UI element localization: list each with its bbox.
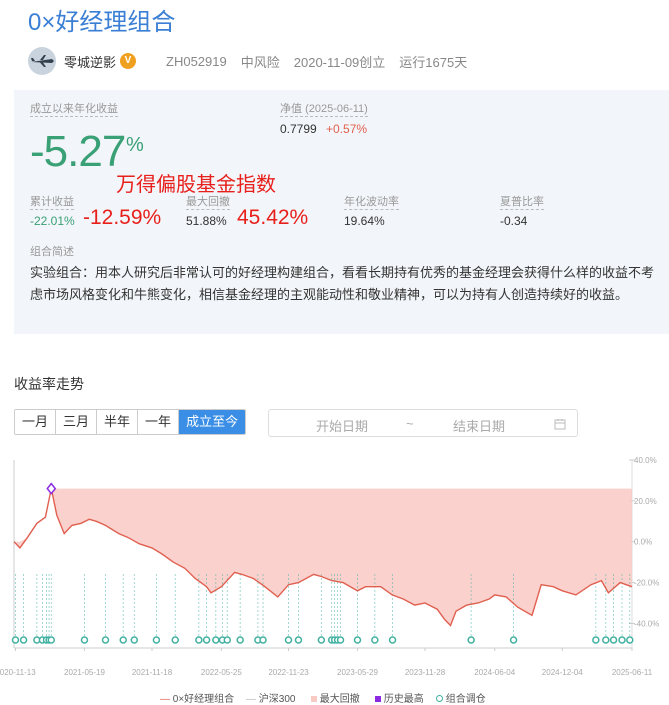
nav-change: +0.57% (326, 122, 368, 136)
chart-legend: — 0×好经理组合 — 沪深300 最大回撤 历史最高 组合调仓 (0, 688, 669, 705)
y-tick-label: 20.0% (634, 497, 657, 506)
rebalance-marker[interactable] (101, 636, 110, 644)
x-tick-label: 2021-11-18 (132, 668, 173, 677)
return-chart[interactable]: 40.0% 20.0% 0.0% -20.0% -40.0% 2020-11-13 2021… (0, 450, 669, 686)
rebalance-marker[interactable] (609, 636, 618, 644)
description-text: 实验组合：用本人研究后非常认可的好经理构建组合，看看长期持有优秀的基金经理会获得… (30, 265, 655, 302)
max-drawdown-area (14, 488, 632, 626)
rebalance-marker[interactable] (202, 636, 211, 644)
rebalance-marker[interactable] (294, 636, 303, 644)
owner-row: 零城逆影 V ZH052919 中风险 2020-11-09创立 运行1675天 (28, 47, 467, 75)
nav-value: 0.7799 (280, 122, 317, 136)
x-tick-label: 2023-05-29 (337, 668, 378, 677)
volatility-value: 19.64% (344, 214, 385, 228)
rebalance-marker[interactable] (119, 636, 127, 644)
x-tick-label: 2024-06-04 (474, 668, 515, 677)
rebalance-marker[interactable] (47, 636, 56, 644)
legend-item-rebalance[interactable]: 组合调仓 (436, 690, 486, 705)
y-tick-label: -40.0% (634, 619, 659, 628)
rebalance-marker[interactable] (618, 636, 626, 644)
x-tick-label: 2021-05-19 (64, 668, 105, 677)
rebalance-marker[interactable] (284, 636, 293, 644)
legend-item-csi300[interactable]: — 沪深300 (246, 690, 295, 705)
x-tick-label: 2022-11-23 (268, 668, 309, 677)
range-since-inception-button[interactable]: 成立至今 (179, 410, 246, 434)
max-drawdown-annotation: 45.42% (237, 206, 309, 229)
risk-level: 中风险 (240, 54, 280, 70)
cum-return-annotation: -12.59% (83, 206, 162, 229)
rebalance-marker[interactable] (223, 636, 232, 644)
legend-item-max-drawdown[interactable]: 最大回撤 (311, 690, 360, 705)
y-tick-label: 0.0% (634, 538, 652, 547)
range-3m-button[interactable]: 三月 (56, 410, 98, 434)
rebalance-marker[interactable] (371, 636, 379, 644)
rebalance-marker[interactable] (592, 636, 600, 644)
verified-badge: V (120, 53, 137, 69)
x-tick-label: 2022-05-25 (201, 668, 242, 677)
index-annotation: 万得偏股基金指数 (116, 174, 276, 196)
date-range-picker[interactable]: 开始日期 ~ 结束日期 (268, 409, 578, 437)
stats-panel: 成立以来年化收益 -5.27 % 净值 (2025-06-11) 0.7799 … (14, 90, 669, 334)
rebalance-marker[interactable] (509, 636, 518, 644)
annual-return-value: -5.27 (30, 127, 126, 176)
annual-return-label[interactable]: 成立以来年化收益 (30, 102, 118, 117)
x-tick-label: 2023-11-28 (405, 668, 446, 677)
range-1m-button[interactable]: 一月 (15, 410, 57, 434)
page-title: 0×好经理组合 (28, 9, 176, 36)
rebalance-marker[interactable] (467, 636, 475, 644)
created-date: 2020-11-09创立 (293, 54, 386, 70)
max-drawdown-value: 51.88% (186, 214, 227, 228)
date-separator: ~ (406, 416, 414, 431)
airplane-icon (31, 55, 54, 67)
nav-label[interactable]: 净值 (2025-06-11) (280, 102, 368, 117)
sharpe-value: -0.34 (500, 214, 528, 228)
cum-return-value: -22.01% (30, 214, 75, 228)
rebalance-marker[interactable] (152, 636, 161, 644)
rebalance-marker[interactable] (11, 636, 20, 644)
volatility-label[interactable]: 年化波动率 (344, 195, 399, 210)
rebalance-marker[interactable] (212, 636, 220, 644)
start-date-input[interactable]: 开始日期 (316, 416, 368, 435)
calendar-icon[interactable] (554, 418, 566, 430)
range-selector: 一月 三月 半年 一年 成立至今 (14, 409, 247, 435)
x-tick-label: 2020-11-13 (0, 668, 36, 677)
x-tick-label: 2025-06-11 (612, 668, 653, 677)
rebalance-marker[interactable] (130, 636, 139, 644)
legend-item-portfolio[interactable]: — 0×好经理组合 (160, 690, 234, 705)
rebalance-marker[interactable] (602, 636, 610, 644)
y-tick-label: -20.0% (634, 579, 659, 588)
y-tick-label: 40.0% (634, 456, 657, 465)
trend-section-title: 收益率走势 (14, 376, 84, 392)
x-tick-label: 2024-12-04 (542, 668, 583, 677)
max-drawdown-label[interactable]: 最大回撤 (186, 195, 230, 210)
avatar[interactable] (28, 47, 56, 75)
rebalance-marker[interactable] (388, 636, 397, 644)
rebalance-marker[interactable] (171, 636, 179, 644)
description-label: 组合简述 (30, 246, 74, 258)
rebalance-marker[interactable] (259, 636, 267, 644)
annual-return-unit: % (126, 134, 144, 156)
rebalance-marker[interactable] (195, 636, 203, 644)
running-days: 运行1675天 (399, 54, 468, 70)
end-date-input[interactable]: 结束日期 (453, 416, 505, 435)
rebalance-marker[interactable] (19, 636, 28, 644)
rebalance-marker[interactable] (80, 636, 89, 644)
portfolio-code: ZH052919 (166, 53, 227, 69)
range-1y-button[interactable]: 一年 (138, 410, 180, 434)
rebalance-marker[interactable] (353, 636, 362, 644)
cum-return-label[interactable]: 累计收益 (30, 195, 74, 210)
rebalance-marker[interactable] (626, 636, 634, 644)
rebalance-marker[interactable] (317, 636, 326, 644)
owner-name[interactable]: 零城逆影 (64, 52, 116, 71)
legend-item-historic-high[interactable]: 历史最高 (375, 690, 424, 705)
rebalance-marker[interactable] (336, 636, 345, 644)
sharpe-label[interactable]: 夏普比率 (500, 195, 544, 210)
range-6m-button[interactable]: 半年 (97, 410, 139, 434)
rebalance-marker[interactable] (236, 636, 244, 644)
